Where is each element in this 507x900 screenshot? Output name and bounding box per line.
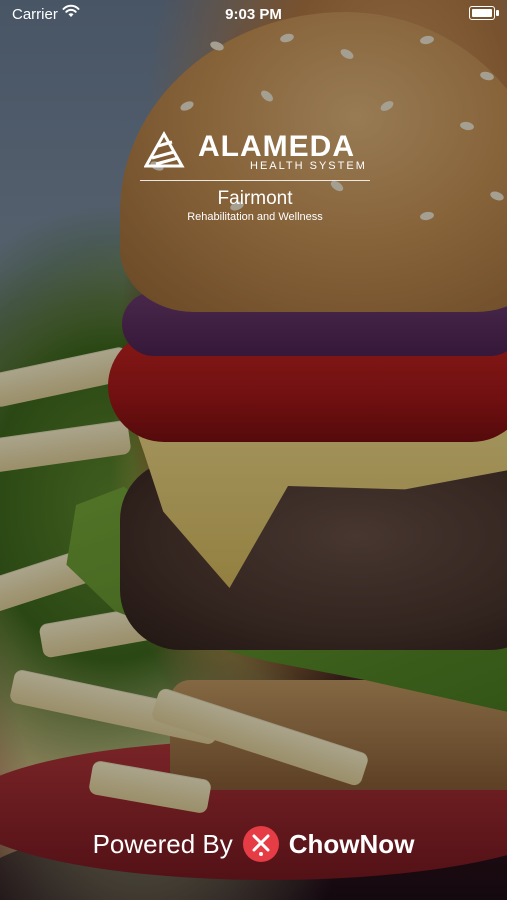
hospital-logo: ALAMEDA HEALTH SYSTEM Fairmont Rehabilit…: [140, 128, 370, 228]
powered-by-footer: Powered By ChowNow: [0, 820, 507, 868]
splash-screen: Carrier 9:03 PM ALAMEDA HEALTH SYSTEM Fa…: [0, 0, 507, 900]
organization-subtitle: HEALTH SYSTEM: [250, 160, 367, 172]
location-description: Rehabilitation and Wellness: [187, 211, 323, 223]
logo-divider: [140, 180, 370, 181]
location-name: Fairmont: [217, 188, 293, 209]
alameda-logo-icon: [144, 130, 185, 168]
powered-by-label: Powered By: [92, 828, 233, 859]
chownow-logo-icon: [242, 826, 279, 862]
status-time: 9:03 PM: [225, 6, 282, 23]
organization-name: ALAMEDA: [198, 130, 355, 163]
status-bar: Carrier 9:03 PM: [0, 0, 507, 28]
chownow-brand-name: ChowNow: [288, 828, 415, 859]
battery-icon: [469, 6, 499, 20]
